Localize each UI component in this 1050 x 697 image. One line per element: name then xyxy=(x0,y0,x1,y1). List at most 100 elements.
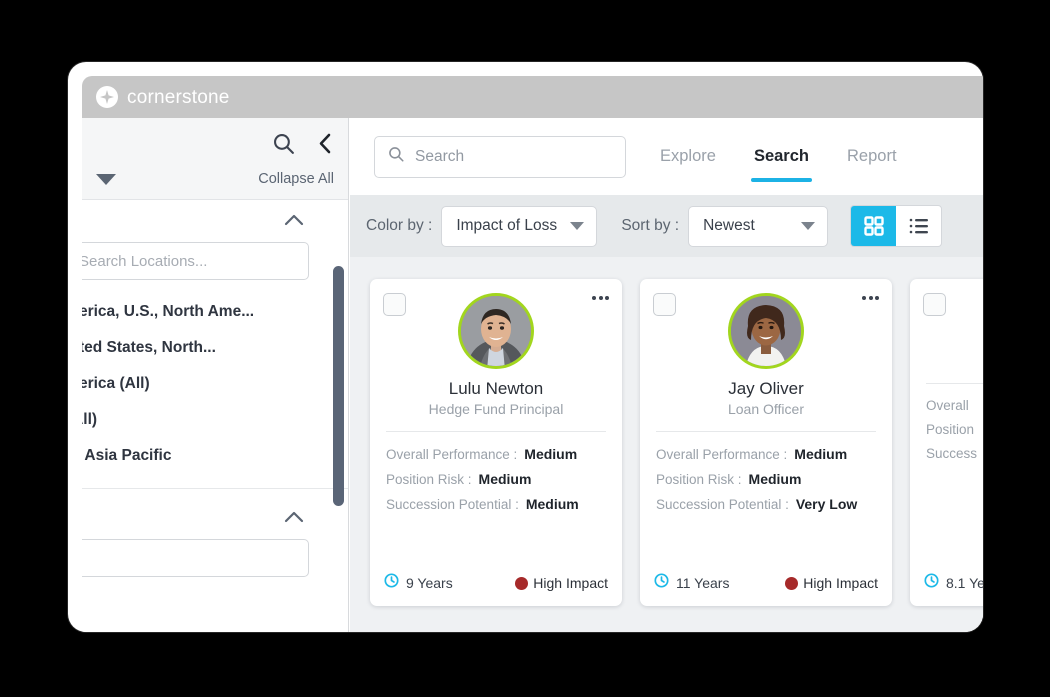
chevron-down-icon xyxy=(801,222,816,230)
card-select-checkbox[interactable] xyxy=(653,293,676,316)
card-footer: 11 Years High Impact xyxy=(640,560,892,606)
card-list[interactable]: Lulu Newton Hedge Fund Principal Overall… xyxy=(350,257,983,632)
card-select-checkbox[interactable] xyxy=(923,293,946,316)
brand-bar: cornerstone xyxy=(82,76,983,118)
tenure-text: 11 Years xyxy=(676,575,730,591)
clock-icon xyxy=(384,573,399,593)
view-toggle-group xyxy=(850,205,943,247)
search-icon[interactable] xyxy=(271,131,296,161)
tenure-text: 8.1 Ye xyxy=(946,575,983,591)
tab-explore[interactable]: Explore xyxy=(660,144,716,169)
tenure: 9 Years xyxy=(384,573,453,593)
app-window: cornerstone Collapse All Search Location… xyxy=(68,62,983,632)
sort-by-value: Newest xyxy=(703,217,755,234)
main-top-bar: Explore Search Report xyxy=(350,118,983,195)
facet-header xyxy=(82,497,348,539)
attr-position-risk: Position xyxy=(926,422,983,437)
facet-search-input[interactable] xyxy=(82,549,308,567)
avatar-ring xyxy=(458,293,534,369)
color-by-value: Impact of Loss xyxy=(456,217,558,234)
tenure-text: 9 Years xyxy=(406,575,453,591)
attr-succession-potential: Succession Potential : Medium xyxy=(386,496,606,512)
collapse-all-button[interactable]: Collapse All xyxy=(258,171,334,187)
sort-by-label: Sort by : xyxy=(621,217,680,234)
sidebar: Collapse All Search Locations... rica, U… xyxy=(82,118,349,632)
attr-label: Succession Potential : xyxy=(656,497,789,512)
card-select-checkbox[interactable] xyxy=(383,293,406,316)
attr-label: Position Risk : xyxy=(386,472,472,487)
impact: High Impact xyxy=(515,575,608,591)
facet-section-secondary xyxy=(82,489,348,577)
tenure: 11 Years xyxy=(654,573,729,593)
avatar xyxy=(731,296,801,366)
tab-search[interactable]: Search xyxy=(750,144,813,181)
facet-item-list: America, U.S., North Ame... United State… xyxy=(82,294,348,474)
controls-bar: Color by : Impact of Loss Sort by : Newe… xyxy=(350,195,983,257)
attr-overall-performance: Overall Performance : Medium xyxy=(386,446,606,462)
attr-value: Medium xyxy=(478,471,532,487)
attr-label: Position xyxy=(926,422,975,437)
sort-by-select[interactable]: Newest xyxy=(688,205,829,247)
cornerstone-star-icon xyxy=(96,86,118,108)
list-item[interactable]: United States, North... xyxy=(82,330,348,366)
attr-value: Medium xyxy=(794,446,848,462)
list-item[interactable]: America, U.S., North Ame... xyxy=(82,294,348,330)
person-name: Jay Oliver xyxy=(728,379,804,398)
facet-search-locations[interactable] xyxy=(82,242,309,280)
attribute-list: Overall Performance : Medium Position Ri… xyxy=(370,432,622,512)
more-options-icon[interactable] xyxy=(592,296,609,300)
sidebar-scrollbar-thumb[interactable] xyxy=(333,266,344,506)
impact-text: High Impact xyxy=(533,575,608,591)
attr-label: Overall Performance : xyxy=(386,447,518,462)
list-item[interactable]: America (All) xyxy=(82,366,348,402)
person-title: Hedge Fund Principal xyxy=(428,401,564,417)
attribute-list: Overall Position Success xyxy=(910,384,983,461)
impact: High Impact xyxy=(785,575,878,591)
grid-view-icon[interactable] xyxy=(851,206,897,246)
attr-succession-potential: Success xyxy=(926,446,983,461)
attr-position-risk: Position Risk : Medium xyxy=(386,471,606,487)
chevron-left-icon[interactable] xyxy=(316,131,334,161)
person-card[interactable]: Jay Oliver Loan Officer Overall Performa… xyxy=(640,279,892,606)
sidebar-facets-scroll[interactable]: America, U.S., North Ame... United State… xyxy=(82,200,348,632)
attr-overall-performance: Overall xyxy=(926,398,983,413)
avatar xyxy=(461,296,531,366)
color-by-label: Color by : xyxy=(366,217,433,234)
attr-label: Succession Potential : xyxy=(386,497,519,512)
caret-down-icon[interactable] xyxy=(96,173,116,185)
impact-dot xyxy=(785,576,799,590)
clock-icon xyxy=(654,573,669,593)
chevron-up-icon[interactable] xyxy=(283,212,305,233)
attr-label: Overall xyxy=(926,398,969,413)
attr-label: Success xyxy=(926,446,978,461)
clock-icon xyxy=(924,573,939,593)
brand-name: cornerstone xyxy=(127,86,230,108)
person-card[interactable]: Overall Position Success 8.1 Ye xyxy=(910,279,983,606)
list-item[interactable]: c (All) xyxy=(82,402,348,438)
list-item[interactable]: ina, Asia Pacific xyxy=(82,438,348,474)
color-by-select[interactable]: Impact of Loss xyxy=(441,205,598,247)
attr-overall-performance: Overall Performance : Medium xyxy=(656,446,876,462)
main-panel: Explore Search Report Color by : Impact … xyxy=(350,118,983,632)
search-input[interactable] xyxy=(415,147,613,166)
tab-report[interactable]: Report xyxy=(847,144,897,169)
impact-dot xyxy=(515,576,529,590)
body-area: Collapse All Search Locations... rica, U… xyxy=(82,118,983,632)
more-options-icon[interactable] xyxy=(862,296,879,300)
search-icon xyxy=(387,145,415,168)
facet-search-secondary[interactable] xyxy=(82,539,309,577)
sidebar-header: Collapse All xyxy=(82,118,348,200)
list-view-icon[interactable] xyxy=(896,206,942,246)
person-card[interactable]: Lulu Newton Hedge Fund Principal Overall… xyxy=(370,279,622,606)
search-input-wrapper[interactable] xyxy=(374,135,626,178)
attr-value: Medium xyxy=(524,446,578,462)
avatar-ring xyxy=(728,293,804,369)
sidebar-collapse-row: Collapse All xyxy=(82,167,348,191)
person-name: Lulu Newton xyxy=(448,379,544,398)
sidebar-header-icons xyxy=(271,131,334,161)
attr-position-risk: Position Risk : Medium xyxy=(656,471,876,487)
facet-search-input[interactable] xyxy=(82,252,308,270)
person-title: Loan Officer xyxy=(727,401,804,417)
chevron-up-icon[interactable] xyxy=(283,509,305,530)
attr-value: Medium xyxy=(748,471,802,487)
